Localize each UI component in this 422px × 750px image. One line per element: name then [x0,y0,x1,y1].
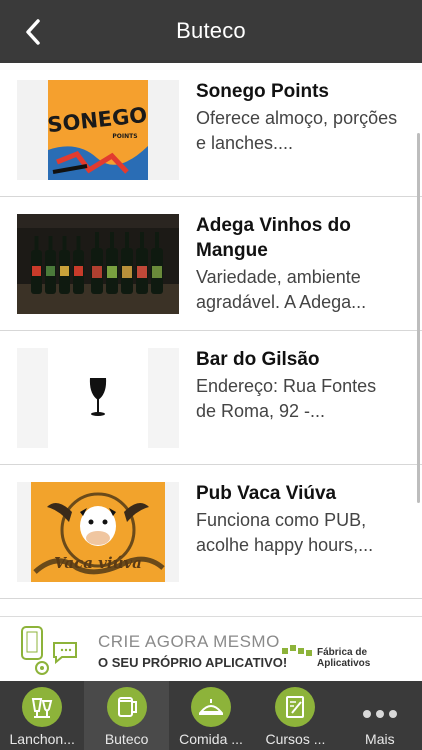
pencil-note-icon [275,687,316,727]
item-description: Endereço: Rua Fontes de Roma, 92 -... [196,376,377,421]
tab-label: Comida ... [179,731,243,747]
list-item-bar-do-gilsao[interactable]: Bar do Gilsão Endereço: Rua Fontes de Ro… [0,331,422,465]
item-title: Pub Vaca Viúva [196,483,337,504]
place-list[interactable]: SONEGO POINTS Sonego Points Oferece almo… [0,63,422,616]
list-item-adega-vinhos[interactable]: Adega Vinhos do Mangue Variedade, ambien… [0,197,422,331]
vaca-viuva-logo: Vaca viúva [17,482,179,582]
wine-bottles-photo [17,214,179,314]
item-description: Variedade, ambiente agradável. A Adega..… [196,267,367,312]
item-title: Bar do Gilsão [196,349,320,370]
item-title: Sonego Points [196,81,329,102]
list-item-sonego-points[interactable]: SONEGO POINTS Sonego Points Oferece almo… [0,63,422,197]
tab-cursos[interactable]: Cursos ... [253,681,337,750]
fabrica-logo-icon [282,643,314,657]
item-description: Oferece almoço, porções e lanches.... [196,108,398,153]
page-title: Buteco [176,18,246,43]
tab-mais[interactable]: Mais [338,681,422,750]
more-icon [361,701,399,721]
tab-buteco[interactable]: Buteco [84,681,169,750]
sonego-points-logo: SONEGO POINTS [17,80,179,180]
list-item-pub-vaca-viuva[interactable]: Vaca viúva Pub Vaca Viúva Funciona como … [0,465,422,599]
tab-label: Cursos ... [265,731,326,747]
banner-headline: CRIE AGORA MESMO [98,632,280,651]
banner-subheadline: O SEU PRÓPRIO APLICATIVO! [98,655,288,670]
bottom-tab-bar: Lanchon... Buteco Comida ... Cursos ... … [0,681,422,750]
drinks-icon [22,687,63,727]
list-scrollbar[interactable] [417,133,420,503]
ad-banner[interactable]: CRIE AGORA MESMO O SEU PRÓPRIO APLICATIV… [0,616,422,681]
wine-glass-icon [17,348,179,448]
mug-icon [106,687,147,727]
tab-label: Buteco [104,731,149,747]
food-icon [191,687,232,727]
tab-comida[interactable]: Comida ... [169,681,253,750]
phone-apps-icon [18,623,84,677]
tab-lanchonetes[interactable]: Lanchon... [0,681,84,750]
banner-brand: Fábrica de Aplicativos [317,647,371,669]
tab-label: Mais [365,731,395,747]
vaca-viuva-logo-text: Vaca viúva [54,554,142,572]
tab-label: Lanchon... [9,731,75,747]
item-description: Funciona como PUB, acolhe happy hours,..… [196,510,374,555]
sonego-logo-subtext: POINTS [112,133,137,140]
top-navigation-bar: Buteco [0,0,422,63]
item-title: Adega Vinhos do Mangue [196,215,351,261]
